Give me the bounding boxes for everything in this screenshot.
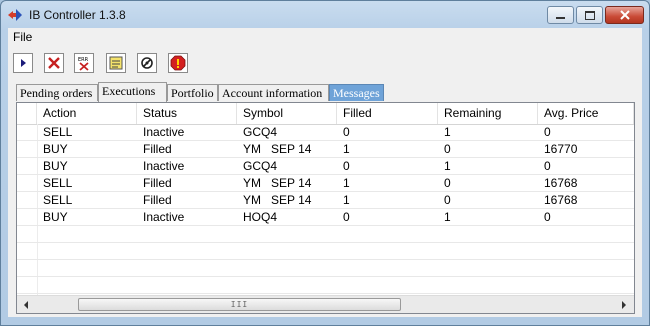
cell-action: BUY bbox=[43, 142, 68, 156]
cell-status: Inactive bbox=[143, 159, 185, 173]
tab-pending-orders[interactable]: Pending orders bbox=[16, 84, 98, 101]
notes-button[interactable] bbox=[106, 53, 126, 73]
cell-avg-price: 0 bbox=[544, 210, 551, 224]
executions-table: Action Status Symbol Filled Remaining Av… bbox=[16, 102, 635, 314]
table-row[interactable]: BUY Inactive GCQ4 0 1 0 bbox=[17, 158, 634, 175]
menu-bar: File bbox=[8, 28, 642, 48]
cell-remaining: 1 bbox=[444, 159, 451, 173]
cell-action: BUY bbox=[43, 210, 68, 224]
cell-action: SELL bbox=[43, 125, 73, 139]
cell-remaining: 1 bbox=[444, 210, 451, 224]
cell-remaining: 0 bbox=[444, 142, 451, 156]
table-row[interactable]: SELL Inactive GCQ4 0 1 0 bbox=[17, 124, 634, 141]
cell-status: Filled bbox=[143, 176, 172, 190]
scroll-left-icon bbox=[24, 301, 28, 309]
scrollbar-thumb[interactable]: III bbox=[78, 298, 401, 311]
column-header-filled[interactable]: Filled bbox=[337, 103, 438, 124]
cancel-button[interactable] bbox=[44, 53, 64, 73]
cell-remaining: 1 bbox=[444, 125, 451, 139]
svg-text:ERR: ERR bbox=[78, 57, 89, 63]
cell-avg-price: 16768 bbox=[544, 176, 578, 190]
cell-avg-price: 16768 bbox=[544, 193, 578, 207]
column-header-status[interactable]: Status bbox=[137, 103, 237, 124]
column-header-avg-price[interactable]: Avg. Price bbox=[538, 103, 634, 124]
notes-icon bbox=[109, 56, 123, 70]
row-header-corner bbox=[17, 103, 37, 124]
cell-symbol: YM SEP 14 bbox=[243, 193, 312, 207]
minimize-icon bbox=[556, 17, 565, 19]
play-icon bbox=[21, 59, 26, 67]
cell-status: Filled bbox=[143, 193, 172, 207]
empty-row bbox=[17, 243, 634, 260]
cell-filled: 1 bbox=[343, 176, 350, 190]
table-row[interactable]: BUY Filled YM SEP 14 1 0 16770 bbox=[17, 141, 634, 158]
cell-symbol: HOQ4 bbox=[243, 210, 278, 224]
menu-file[interactable]: File bbox=[13, 30, 32, 44]
cell-filled: 0 bbox=[343, 159, 350, 173]
close-button[interactable] bbox=[605, 6, 644, 24]
cell-filled: 0 bbox=[343, 125, 350, 139]
play-button[interactable] bbox=[13, 53, 33, 73]
cell-avg-price: 0 bbox=[544, 125, 551, 139]
alert-button[interactable] bbox=[168, 53, 188, 73]
tab-strip: Pending orders Executions Portfolio Acco… bbox=[16, 82, 636, 102]
cell-avg-price: 16770 bbox=[544, 142, 578, 156]
alert-icon bbox=[170, 55, 186, 71]
app-icon bbox=[8, 9, 22, 21]
cell-filled: 0 bbox=[343, 210, 350, 224]
column-header-symbol[interactable]: Symbol bbox=[237, 103, 337, 124]
scrollbar-grip: III bbox=[230, 300, 249, 309]
window-title: IB Controller 1.3.8 bbox=[29, 8, 126, 22]
empty-row bbox=[17, 226, 634, 243]
cell-remaining: 0 bbox=[444, 176, 451, 190]
table-row[interactable]: BUY Inactive HOQ4 0 1 0 bbox=[17, 209, 634, 226]
tab-account-information[interactable]: Account information bbox=[218, 84, 329, 101]
close-icon bbox=[619, 10, 630, 20]
cell-action: SELL bbox=[43, 176, 73, 190]
column-header-remaining[interactable]: Remaining bbox=[438, 103, 538, 124]
app-window: IB Controller 1.3.8 File ERR Pending ord… bbox=[0, 0, 650, 326]
table-row[interactable]: SELL Filled YM SEP 14 1 0 16768 bbox=[17, 175, 634, 192]
empty-row bbox=[17, 277, 634, 294]
empty-row bbox=[17, 260, 634, 277]
cell-symbol: GCQ4 bbox=[243, 125, 278, 139]
cell-avg-price: 0 bbox=[544, 159, 551, 173]
cell-remaining: 0 bbox=[444, 193, 451, 207]
tab-portfolio[interactable]: Portfolio bbox=[167, 84, 218, 101]
cell-status: Inactive bbox=[143, 210, 185, 224]
toolbar: ERR bbox=[8, 49, 642, 77]
connect-icon bbox=[141, 57, 153, 69]
maximize-button[interactable] bbox=[576, 6, 603, 24]
title-bar[interactable]: IB Controller 1.3.8 bbox=[1, 1, 649, 29]
scroll-left-button[interactable] bbox=[18, 297, 34, 313]
horizontal-scrollbar[interactable]: III bbox=[17, 295, 634, 313]
err-icon: ERR bbox=[78, 57, 89, 71]
scroll-right-button[interactable] bbox=[616, 297, 632, 313]
cell-status: Filled bbox=[143, 142, 172, 156]
client-area: ERR Pending orders Executions Portfolio … bbox=[8, 47, 642, 317]
error-clear-button[interactable]: ERR bbox=[74, 53, 94, 73]
connect-button[interactable] bbox=[137, 53, 157, 73]
cell-filled: 1 bbox=[343, 193, 350, 207]
minimize-button[interactable] bbox=[547, 6, 574, 24]
cell-action: BUY bbox=[43, 159, 68, 173]
maximize-icon bbox=[584, 10, 595, 20]
table-header: Action Status Symbol Filled Remaining Av… bbox=[17, 103, 634, 125]
scroll-right-icon bbox=[622, 301, 626, 309]
cell-status: Inactive bbox=[143, 125, 185, 139]
column-header-action[interactable]: Action bbox=[37, 103, 137, 124]
tab-messages[interactable]: Messages bbox=[329, 84, 384, 101]
cell-filled: 1 bbox=[343, 142, 350, 156]
cell-symbol: YM SEP 14 bbox=[243, 142, 312, 156]
cell-symbol: YM SEP 14 bbox=[243, 176, 312, 190]
cell-action: SELL bbox=[43, 193, 73, 207]
close-icon bbox=[48, 57, 60, 69]
cell-symbol: GCQ4 bbox=[243, 159, 278, 173]
tab-executions[interactable]: Executions bbox=[98, 82, 167, 102]
table-row[interactable]: SELL Filled YM SEP 14 1 0 16768 bbox=[17, 192, 634, 209]
